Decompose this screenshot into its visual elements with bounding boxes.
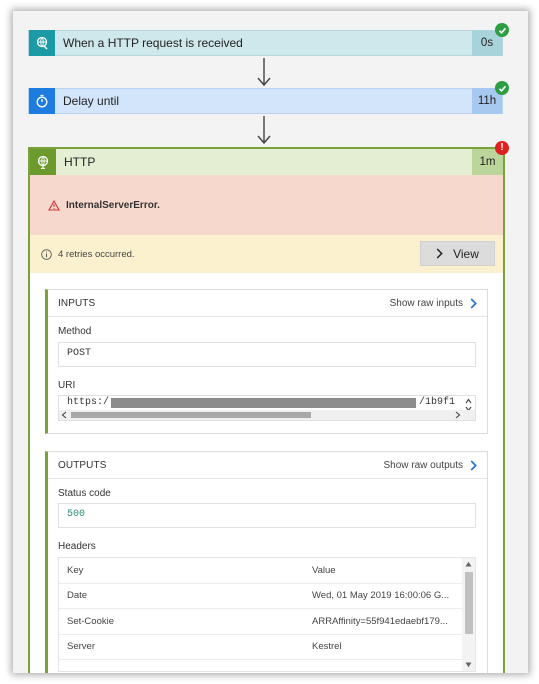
step-delay-until[interactable]: Delay until 11h [28, 88, 503, 114]
table-row: Date Wed, 01 May 2019 16:00:06 G... [59, 584, 475, 609]
step-title: Delay until [63, 94, 120, 108]
headers-table-header-row: Key Value [59, 558, 475, 584]
uri-horizontal-scrollbar[interactable] [59, 410, 475, 420]
chevron-right-icon [470, 459, 477, 471]
error-message: InternalServerError. [66, 199, 160, 211]
scroll-left-icon[interactable] [61, 411, 67, 419]
header-value: Wed, 01 May 2019 16:00:06 G... [312, 590, 450, 602]
show-raw-outputs-label: Show raw outputs [383, 459, 464, 471]
method-value: POST [67, 348, 92, 359]
status-code-value: 500 [67, 509, 86, 520]
flow-arrow-icon [257, 58, 271, 87]
uri-label: URI [58, 380, 76, 391]
step-title: HTTP [64, 155, 96, 169]
header-value: Kestrel [312, 641, 342, 653]
success-check-icon [495, 81, 509, 95]
scroll-down-icon[interactable] [465, 662, 472, 668]
column-header-value: Value [312, 564, 336, 576]
headers-label: Headers [58, 541, 96, 552]
inputs-section-header: INPUTS Show raw inputs [48, 290, 487, 317]
outputs-section: OUTPUTS Show raw outputs Status code 500… [45, 451, 488, 673]
http-globe-icon [30, 149, 56, 175]
retries-banner: 4 retries occurred. View [30, 235, 503, 273]
view-button-label: View [453, 246, 479, 261]
info-icon [41, 248, 52, 260]
scroll-right-icon[interactable] [455, 411, 461, 419]
headers-vertical-scrollbar[interactable] [462, 558, 475, 671]
error-badge-icon: ! [495, 141, 509, 155]
chevron-right-icon [470, 297, 477, 309]
scroll-up-icon[interactable] [465, 561, 472, 567]
warning-triangle-icon [48, 199, 60, 211]
header-key: Server [67, 641, 95, 653]
header-value: ARRAffinity=55f941edaebf179... [312, 615, 448, 627]
inputs-title: INPUTS [58, 297, 96, 309]
headers-table: Key Value Date Wed, 01 May 2019 16:00:06… [58, 557, 476, 672]
http-request-icon [29, 30, 55, 56]
show-raw-outputs-link[interactable]: Show raw outputs [384, 460, 478, 471]
uri-value-box[interactable]: https:/ /1b9f1 [58, 395, 476, 421]
show-raw-inputs-link[interactable]: Show raw inputs [390, 298, 477, 309]
table-row: Server Kestrel [59, 635, 475, 660]
scrollbar-thumb[interactable] [465, 572, 473, 634]
status-code-label: Status code [58, 488, 111, 499]
step-http-action-card: HTTP 1m InternalServerError. 4 retries o… [28, 147, 505, 673]
outputs-section-header: OUTPUTS Show raw outputs [48, 452, 487, 479]
header-key: Date [67, 590, 88, 602]
uri-value-end: /1b9f1 [419, 397, 456, 408]
retries-message: 4 retries occurred. [58, 248, 135, 260]
column-header-key: Key [67, 564, 84, 576]
logic-app-run-canvas: When a HTTP request is received 0s Delay… [13, 11, 528, 673]
scroll-up-icon[interactable] [465, 398, 472, 404]
status-code-box: 500 [58, 503, 476, 528]
header-key: Set-Cookie [67, 615, 114, 627]
table-row: Set-Cookie ARRAffinity=55f941edaebf179..… [59, 609, 475, 635]
uri-value-start: https:/ [67, 397, 110, 408]
flow-arrow-icon [257, 116, 271, 145]
method-value-box: POST [58, 342, 476, 367]
step-title: When a HTTP request is received [63, 36, 243, 50]
chevron-right-icon [436, 248, 443, 259]
redacted-block [111, 398, 416, 408]
method-label: Method [58, 326, 92, 337]
step-http-action-header[interactable]: HTTP 1m [30, 149, 503, 175]
outputs-title: OUTPUTS [58, 459, 107, 471]
inputs-section: INPUTS Show raw inputs Method POST URI h… [45, 289, 488, 434]
show-raw-inputs-label: Show raw inputs [389, 297, 463, 309]
timer-icon [29, 88, 55, 114]
scrollbar-thumb[interactable] [71, 412, 311, 418]
view-retries-button[interactable]: View [420, 241, 495, 266]
success-check-icon [495, 23, 509, 37]
step-http-request-trigger[interactable]: When a HTTP request is received 0s [28, 30, 503, 56]
error-banner: InternalServerError. [30, 175, 503, 235]
